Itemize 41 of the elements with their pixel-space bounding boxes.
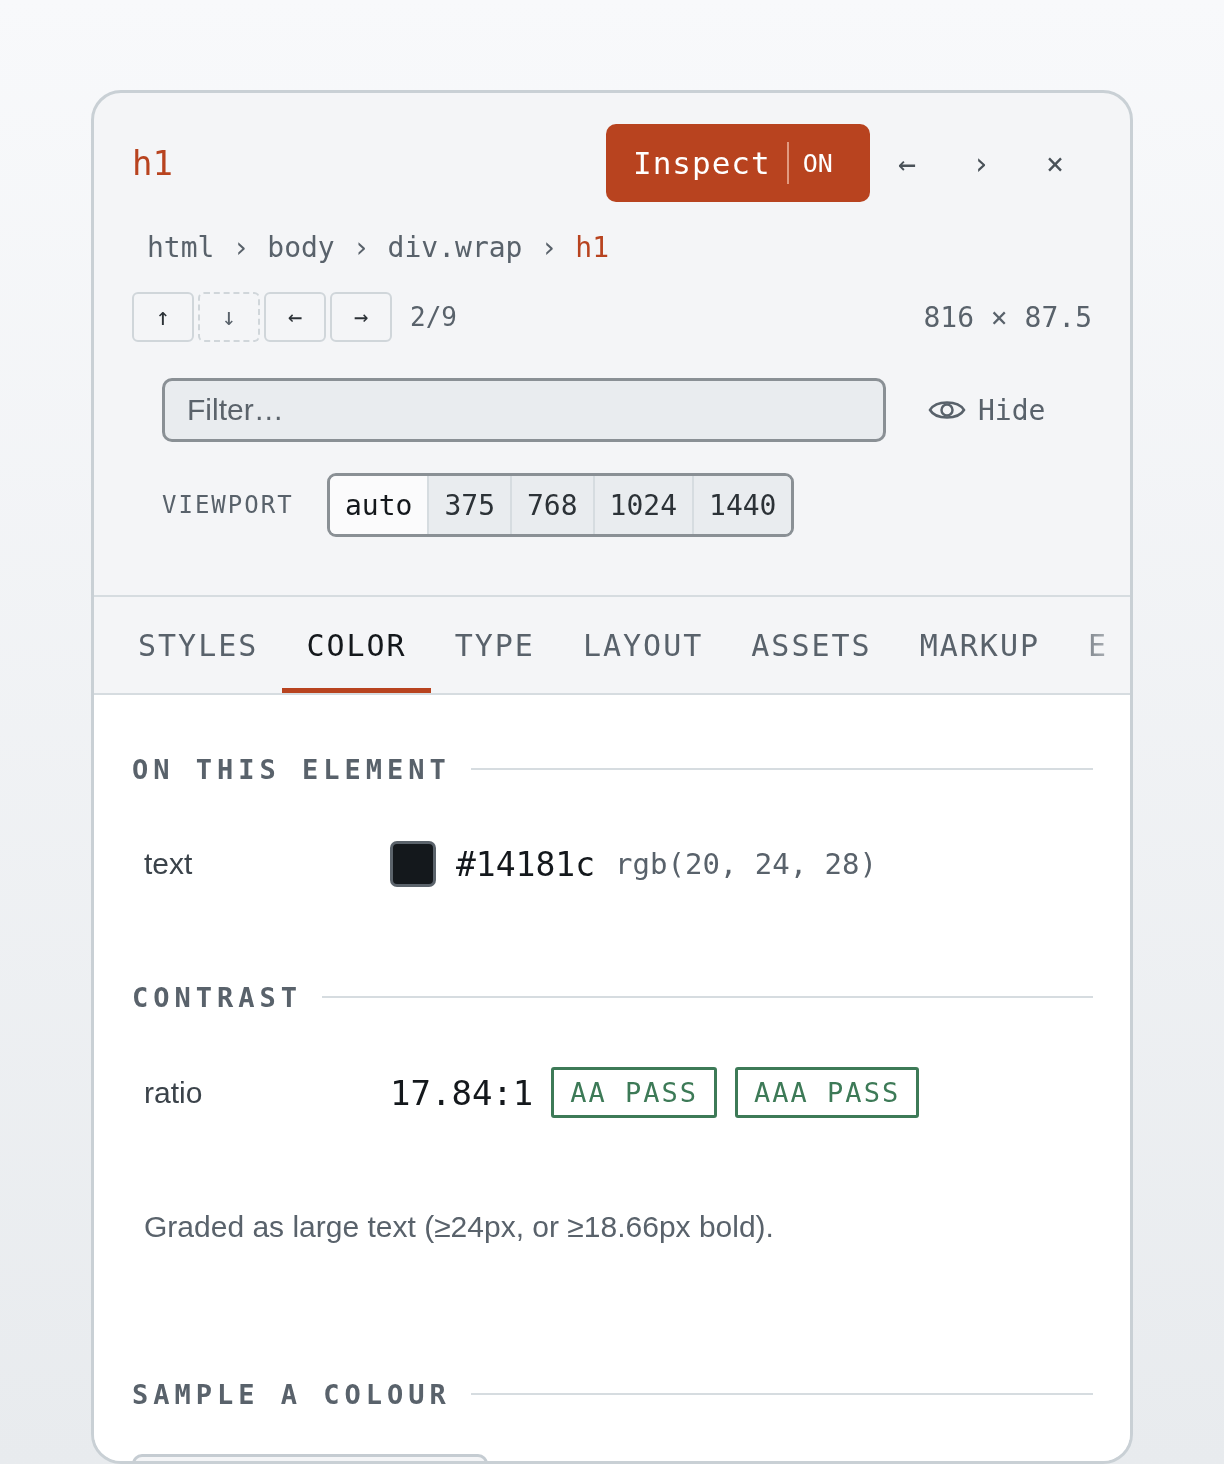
tab[interactable]: ASSETS	[727, 597, 896, 693]
pass-badge: AA PASS	[551, 1067, 718, 1118]
note-text: Graded as large text (≥24px, or ≥18.66px bold).	[143, 1210, 775, 1244]
viewport-option[interactable]: 375	[429, 476, 512, 534]
tab[interactable]: MARKUP	[895, 597, 1065, 693]
breadcrumb-separator: ›	[232, 230, 250, 264]
breadcrumb-separator: ›	[540, 230, 558, 264]
breadcrumb-item[interactable]: html	[147, 230, 215, 264]
tab[interactable]: LAYOUT	[558, 597, 728, 693]
element-tag: h1	[132, 143, 606, 183]
pass-badge: AAA PASS	[735, 1067, 920, 1118]
viewport-label: VIEWPORT	[162, 491, 295, 519]
close-button[interactable]: ×	[1018, 133, 1092, 193]
contrast-ratio: 17.84:1	[390, 1072, 534, 1113]
section-title: ON THIS ELEMENT	[132, 753, 451, 785]
filter-field[interactable]: Filter…	[162, 378, 886, 442]
viewport-option[interactable]: 768	[512, 476, 595, 534]
hide-button[interactable]: Hide	[928, 393, 1046, 427]
breadcrumb-item[interactable]: div.wrap	[387, 230, 523, 264]
nav-button[interactable]: →	[330, 292, 392, 342]
viewport-option[interactable]: auto	[330, 476, 430, 534]
breadcrumb-item[interactable]: h1	[575, 230, 610, 264]
tab[interactable]: STYLES	[114, 597, 283, 693]
rgb-value: rgb(20, 24, 28)	[615, 847, 877, 881]
element-size: 816 × 87.5	[923, 300, 1092, 334]
breadcrumb-item[interactable]: body	[267, 230, 335, 264]
nav-button[interactable]: ←	[264, 292, 326, 342]
forward-button[interactable]: ›	[944, 133, 1018, 193]
section-title: SAMPLE A COLOUR	[132, 1378, 451, 1410]
inspect-toggle[interactable]: Inspect ON	[606, 124, 870, 202]
viewport-option[interactable]: 1024	[594, 476, 695, 534]
nav-button[interactable]: ↑	[132, 292, 194, 342]
row-label: text	[144, 847, 194, 881]
section-title: CONTRAST	[132, 981, 303, 1013]
tab[interactable]: TYPE	[430, 597, 559, 693]
back-button[interactable]: ←	[870, 133, 944, 193]
viewport-option[interactable]: 1440	[694, 476, 792, 534]
breadcrumb-separator: ›	[352, 230, 370, 264]
position-counter: 2/9	[410, 302, 458, 332]
row-label: ratio	[144, 1075, 204, 1110]
hex-value: #14181c	[456, 844, 596, 884]
